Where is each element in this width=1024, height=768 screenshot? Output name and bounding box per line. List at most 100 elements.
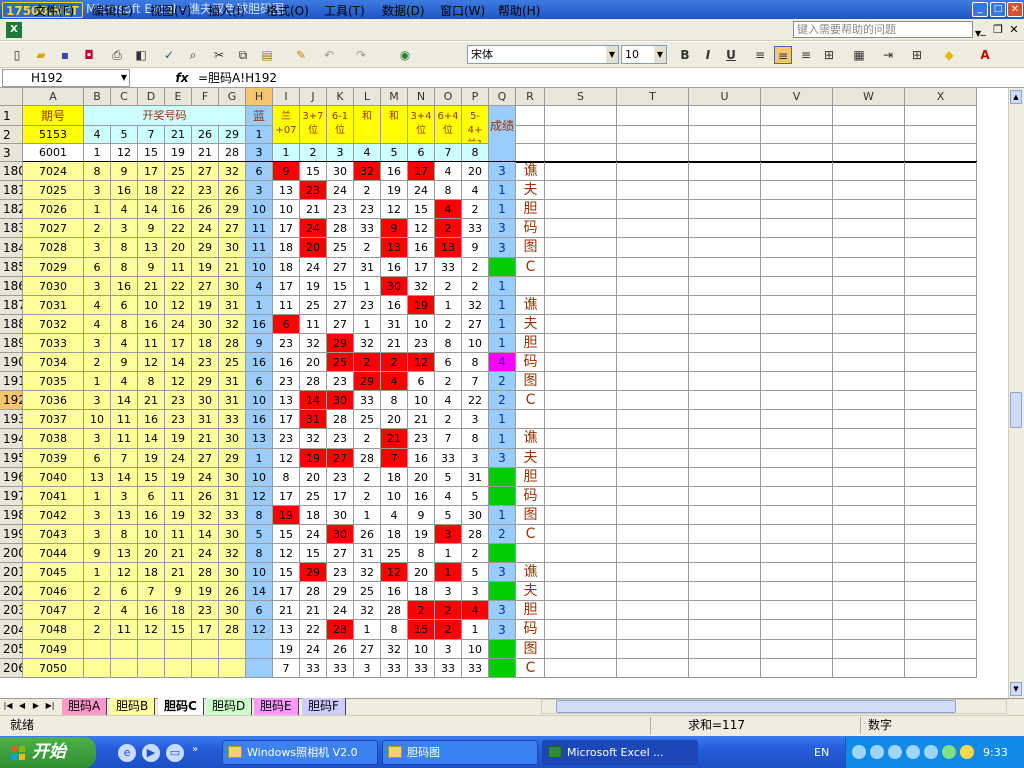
column-header[interactable]: M bbox=[381, 88, 408, 106]
format-painter-icon[interactable]: ✎ bbox=[292, 46, 310, 64]
ball-cell[interactable]: 17 bbox=[165, 334, 192, 353]
column-header[interactable]: S bbox=[545, 88, 617, 106]
row-header[interactable]: 206 bbox=[0, 659, 23, 678]
ball-cell[interactable]: 8 bbox=[111, 238, 138, 258]
r-cell[interactable] bbox=[516, 277, 545, 296]
cell[interactable] bbox=[545, 563, 617, 582]
formula-cell[interactable]: 2 bbox=[435, 277, 462, 296]
blue-ball-cell[interactable]: 10 bbox=[246, 258, 273, 277]
period-cell[interactable]: 7028 bbox=[23, 238, 84, 258]
cell[interactable] bbox=[617, 181, 689, 200]
score-cell[interactable]: 1 bbox=[489, 410, 516, 429]
score-cell[interactable]: 1 bbox=[489, 334, 516, 353]
row-header[interactable]: 188 bbox=[0, 315, 23, 334]
cell[interactable] bbox=[761, 640, 833, 659]
ball-cell[interactable]: 20 bbox=[138, 544, 165, 563]
ball-cell[interactable]: 32 bbox=[219, 544, 246, 563]
cell[interactable] bbox=[617, 200, 689, 219]
formula-cell[interactable]: 12 bbox=[408, 353, 435, 372]
cell[interactable] bbox=[545, 162, 617, 181]
ball-cell[interactable]: 11 bbox=[165, 525, 192, 544]
ball-cell[interactable]: 25 bbox=[165, 162, 192, 181]
ball-cell[interactable]: 23 bbox=[192, 353, 219, 372]
cell[interactable] bbox=[761, 410, 833, 429]
period-cell[interactable]: 7046 bbox=[23, 582, 84, 601]
column-header[interactable]: C bbox=[111, 88, 138, 106]
ball-cell[interactable]: 11 bbox=[111, 620, 138, 640]
formula-cell[interactable]: 8 bbox=[381, 391, 408, 410]
ball-cell[interactable]: 3 bbox=[84, 525, 111, 544]
ball-cell[interactable]: 1 bbox=[84, 200, 111, 219]
quicklaunch-desktop-icon[interactable]: ▭ bbox=[166, 744, 184, 762]
cell[interactable] bbox=[833, 506, 905, 525]
formula-cell[interactable]: 25 bbox=[300, 296, 327, 315]
column-header[interactable]: L bbox=[354, 88, 381, 106]
cell[interactable] bbox=[689, 563, 761, 582]
cell[interactable] bbox=[905, 429, 977, 449]
ball-cell[interactable]: 8 bbox=[111, 315, 138, 334]
ball-cell[interactable]: 14 bbox=[165, 353, 192, 372]
formula-cell[interactable]: 4 bbox=[435, 200, 462, 219]
cell[interactable] bbox=[833, 449, 905, 468]
blue-ball-cell[interactable]: 4 bbox=[246, 277, 273, 296]
cell[interactable] bbox=[545, 487, 617, 506]
cell[interactable] bbox=[617, 582, 689, 601]
formula-cell[interactable]: 30 bbox=[381, 277, 408, 296]
period-cell[interactable]: 7029 bbox=[23, 258, 84, 277]
formula-cell[interactable]: 17 bbox=[273, 277, 300, 296]
formula-cell[interactable]: 31 bbox=[300, 410, 327, 429]
cell[interactable] bbox=[545, 525, 617, 544]
blue-ball-cell[interactable]: 10 bbox=[246, 200, 273, 219]
formula-cell[interactable]: 8 bbox=[408, 544, 435, 563]
sheet-tab-1[interactable]: 胆码B bbox=[110, 698, 156, 715]
row-header[interactable]: 186 bbox=[0, 277, 23, 296]
font-color-icon[interactable]: A bbox=[976, 46, 994, 64]
score-cell[interactable]: 1 bbox=[489, 277, 516, 296]
row-header[interactable]: 196 bbox=[0, 468, 23, 487]
ball-cell[interactable]: 29 bbox=[219, 200, 246, 219]
formula-cell[interactable]: 25 bbox=[327, 353, 354, 372]
formula-cell[interactable]: 2 bbox=[435, 620, 462, 640]
cell[interactable] bbox=[545, 334, 617, 353]
ball-cell[interactable]: 14 bbox=[111, 468, 138, 487]
scroll-down-icon[interactable]: ▼ bbox=[1010, 682, 1022, 696]
ball-cell[interactable]: 15 bbox=[138, 468, 165, 487]
cell[interactable] bbox=[689, 659, 761, 678]
formula-cell[interactable]: 23 bbox=[273, 334, 300, 353]
score-cell[interactable]: 1 bbox=[489, 296, 516, 315]
column-header[interactable]: W bbox=[833, 88, 905, 106]
cell[interactable] bbox=[545, 601, 617, 620]
formula-cell[interactable]: 18 bbox=[381, 468, 408, 487]
row-header[interactable]: 185 bbox=[0, 258, 23, 277]
period-cell[interactable]: 7047 bbox=[23, 601, 84, 620]
ball-cell[interactable]: 3 bbox=[84, 238, 111, 258]
period-cell[interactable]: 7024 bbox=[23, 162, 84, 181]
ball-cell[interactable]: 8 bbox=[111, 258, 138, 277]
formula-cell[interactable]: 19 bbox=[300, 449, 327, 468]
formula-cell[interactable]: 13 bbox=[273, 391, 300, 410]
formula-cell[interactable]: 28 bbox=[300, 582, 327, 601]
score-cell[interactable]: 2 bbox=[489, 391, 516, 410]
formula-cell[interactable]: 7 bbox=[273, 659, 300, 678]
blue-ball-cell[interactable]: 6 bbox=[246, 162, 273, 181]
ball-cell[interactable]: 27 bbox=[192, 162, 219, 181]
task-camera[interactable]: Windows照相机 V2.0 bbox=[222, 740, 378, 765]
ball-cell[interactable]: 20 bbox=[165, 238, 192, 258]
menu-4[interactable]: 格式(O) bbox=[266, 3, 309, 19]
score-cell[interactable] bbox=[489, 468, 516, 487]
formula-cell[interactable]: 4 bbox=[462, 601, 489, 620]
period-cell[interactable]: 7035 bbox=[23, 372, 84, 391]
formula-cell[interactable]: 15 bbox=[300, 544, 327, 563]
ball-cell[interactable]: 25 bbox=[219, 353, 246, 372]
column-header[interactable]: D bbox=[138, 88, 165, 106]
formula-cell[interactable]: 16 bbox=[273, 353, 300, 372]
cell[interactable] bbox=[617, 391, 689, 410]
cell[interactable] bbox=[905, 258, 977, 277]
cell[interactable] bbox=[905, 353, 977, 372]
ball-cell[interactable]: 11 bbox=[138, 334, 165, 353]
blue-ball-cell[interactable]: 16 bbox=[246, 353, 273, 372]
cell[interactable] bbox=[833, 563, 905, 582]
ball-cell[interactable] bbox=[165, 659, 192, 678]
row-header[interactable]: 202 bbox=[0, 582, 23, 601]
ball-cell[interactable]: 29 bbox=[192, 372, 219, 391]
